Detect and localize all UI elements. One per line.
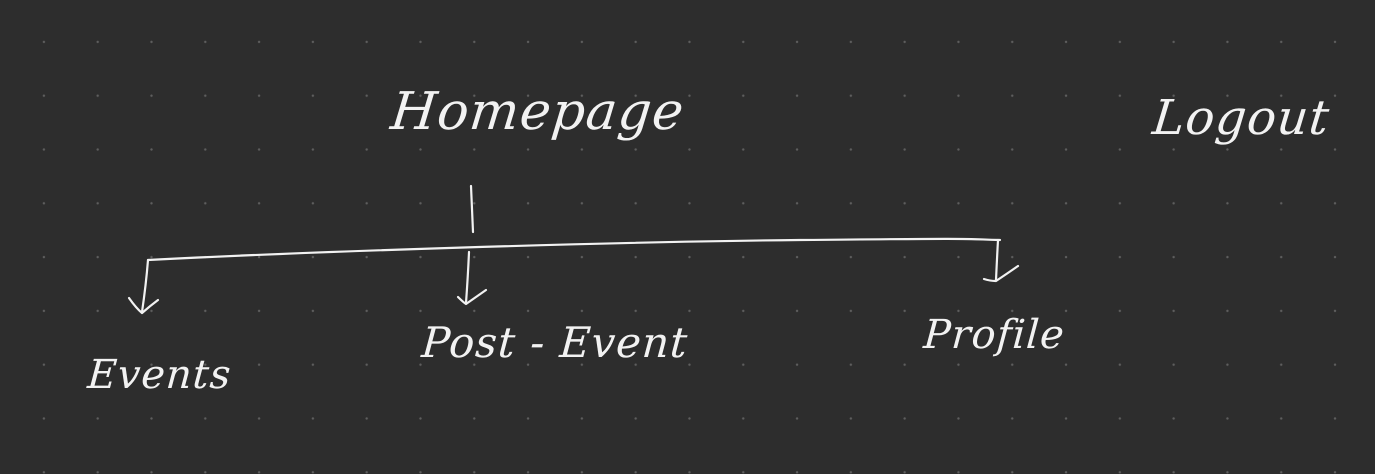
whiteboard-canvas: Homepage Logout Events Post - Event Prof… xyxy=(0,0,1375,474)
connector-events xyxy=(140,258,150,314)
node-profile: Profile xyxy=(922,312,1067,358)
node-post-event: Post - Event xyxy=(420,318,690,367)
connector-profile xyxy=(994,238,1000,282)
branch-bar xyxy=(146,237,1002,262)
connector-layer xyxy=(127,184,1020,315)
node-logout: Logout xyxy=(1150,90,1333,146)
node-homepage: Homepage xyxy=(388,82,688,142)
node-events: Events xyxy=(86,352,234,398)
trunk-line xyxy=(469,184,475,234)
connector-post-event xyxy=(464,250,471,305)
arrowhead-post-event xyxy=(456,288,488,306)
arrowhead-profile xyxy=(982,264,1020,283)
